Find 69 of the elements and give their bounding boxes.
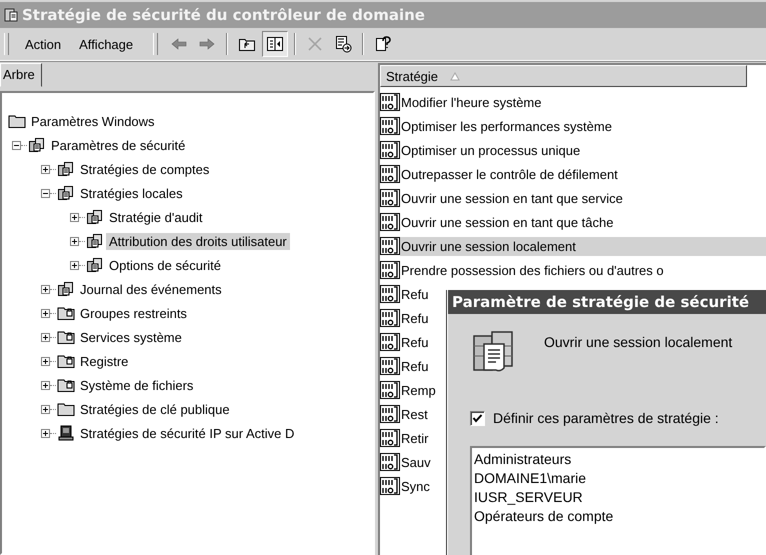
- tree-tab[interactable]: Arbre: [0, 63, 42, 87]
- tree-item[interactable]: Stratégie d'audit: [106, 208, 206, 226]
- policy-item[interactable]: Ouvrir une session en tant que service: [400, 188, 766, 208]
- policy-icon: [57, 281, 75, 297]
- folder-icon: [8, 113, 26, 129]
- checkmark-icon: [472, 412, 483, 424]
- policy-item[interactable]: Prendre possession des fichiers ou d'autres o: [400, 260, 766, 280]
- export-icon: [334, 35, 352, 53]
- computer-icon: [57, 425, 75, 441]
- account-item[interactable]: DOMAINE1\marie: [474, 469, 762, 488]
- help-icon: [374, 35, 392, 53]
- expand-icon[interactable]: [41, 356, 50, 366]
- tree-item[interactable]: Options de sécurité: [106, 256, 224, 274]
- expand-icon[interactable]: [70, 236, 79, 246]
- tree-item[interactable]: Attribution des droits utilisateur: [106, 232, 290, 250]
- expand-icon[interactable]: [41, 284, 50, 294]
- locked-folder-icon: [57, 329, 75, 345]
- tree-item[interactable]: Registre: [77, 352, 132, 370]
- menu-item[interactable]: Affichage: [71, 34, 142, 54]
- policy-icon: [28, 137, 46, 153]
- show-tree-button[interactable]: [262, 31, 288, 57]
- tree-item[interactable]: Groupes restreints: [77, 304, 190, 322]
- policy-icon: [3, 7, 19, 23]
- tree-item[interactable]: Paramètres Windows: [28, 112, 158, 130]
- tree-item[interactable]: Stratégies de sécurité IP sur Active D: [77, 424, 298, 442]
- expand-icon[interactable]: [70, 260, 79, 270]
- panel-icon: [266, 35, 284, 53]
- locked-folder-icon: [57, 353, 75, 369]
- policy-icon: [57, 161, 75, 177]
- close-icon: [306, 35, 324, 53]
- collapse-icon[interactable]: [12, 140, 21, 150]
- folder-icon: [57, 401, 75, 417]
- tree-item[interactable]: Stratégies de comptes: [77, 160, 212, 178]
- policy-item[interactable]: Ouvrir une session en tant que tâche: [400, 212, 766, 232]
- account-item[interactable]: IUSR_SERVEUR: [474, 488, 762, 507]
- expand-icon[interactable]: [41, 380, 50, 390]
- expand-icon[interactable]: [41, 308, 50, 318]
- window-title: Stratégie de sécurité du contrôleur de domaine: [22, 6, 425, 24]
- policy-item[interactable]: Ouvrir une session localement: [400, 236, 766, 256]
- collapse-icon[interactable]: [41, 188, 50, 198]
- tree-item[interactable]: Stratégies locales: [77, 184, 186, 202]
- locked-folder-icon: [57, 305, 75, 321]
- policy-icon: [86, 233, 104, 249]
- expand-icon[interactable]: [41, 428, 50, 438]
- policy-name: Ouvrir une session localement: [544, 334, 732, 350]
- account-item[interactable]: Opérateurs de compte: [474, 507, 762, 526]
- tree-item[interactable]: Services système: [77, 328, 185, 346]
- expand-icon[interactable]: [41, 164, 50, 174]
- policy-item[interactable]: Outrepasser le contrôle de défilement: [400, 164, 766, 184]
- locked-folder-icon: [57, 377, 75, 393]
- expand-icon[interactable]: [41, 332, 50, 342]
- menu-item[interactable]: Action: [17, 34, 70, 54]
- policy-icon: [86, 257, 104, 273]
- expand-icon[interactable]: [41, 404, 50, 414]
- policy-icon: [86, 209, 104, 225]
- tree-item[interactable]: Journal des événements: [77, 280, 225, 298]
- column-header[interactable]: Stratégie: [380, 65, 747, 87]
- define-checkbox[interactable]: Définir ces paramètres de stratégie :: [470, 410, 766, 426]
- sort-ascending-icon: [450, 72, 460, 80]
- dialog-title: Paramètre de stratégie de sécurité: [448, 290, 766, 314]
- policy-item[interactable]: Modifier l'heure système: [400, 92, 766, 112]
- tree-item[interactable]: Paramètres de sécurité: [48, 136, 188, 154]
- tree-item[interactable]: Stratégies de clé publique: [77, 400, 233, 418]
- tree-item[interactable]: Système de fichiers: [77, 376, 196, 394]
- policy-item[interactable]: Optimiser les performances système: [400, 116, 766, 136]
- policy-icon: [57, 185, 75, 201]
- expand-icon[interactable]: [70, 212, 79, 222]
- policy-item[interactable]: Optimiser un processus unique: [400, 140, 766, 160]
- account-item[interactable]: Administrateurs: [474, 450, 762, 469]
